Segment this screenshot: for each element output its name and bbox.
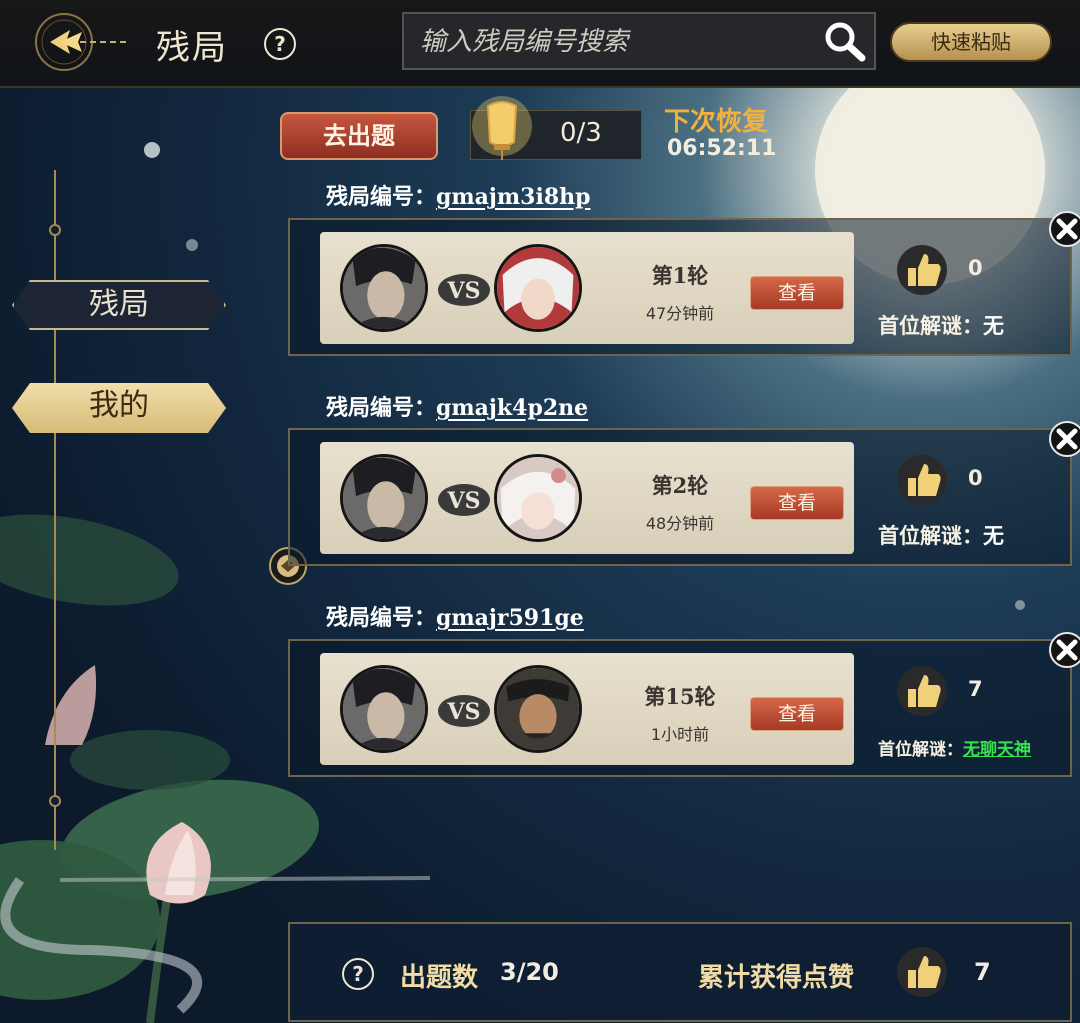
close-icon[interactable] xyxy=(1048,420,1080,458)
like-count: 7 xyxy=(968,677,983,701)
like-count: 0 xyxy=(968,466,983,490)
questions-value: 3/20 xyxy=(500,958,559,986)
view-button[interactable]: 查看 xyxy=(750,697,844,731)
search-input[interactable] xyxy=(418,22,812,62)
puzzle-id-code[interactable]: gmajm3i8hp xyxy=(436,184,591,210)
puzzle-id-row: 残局编号：gmajr591ge xyxy=(326,600,584,632)
time-ago: 1小时前 xyxy=(650,725,710,744)
attempts-count: 0/3 xyxy=(560,118,602,148)
puzzle-id-label: 残局编号： xyxy=(326,395,437,421)
puzzle-id-row: 残局编号：gmajm3i8hp xyxy=(326,179,591,211)
close-icon[interactable] xyxy=(1048,631,1080,669)
help-icon[interactable]: ? xyxy=(264,28,296,60)
total-likes-value: 7 xyxy=(974,958,991,986)
help-icon[interactable]: ? xyxy=(342,958,374,990)
svg-text:VS: VS xyxy=(447,699,481,725)
create-puzzle-button[interactable]: 去出题 xyxy=(280,112,438,160)
rail-ornament xyxy=(49,795,61,807)
sidebar-rail xyxy=(54,170,56,850)
player-avatar-swordsman xyxy=(340,244,428,332)
recover-timer: 06:52:11 xyxy=(667,136,777,161)
total-likes-label: 累计获得点赞 xyxy=(698,963,855,993)
puzzle-id-row: 残局编号：gmajk4p2ne xyxy=(326,390,588,422)
thumbs-up-icon[interactable] xyxy=(896,454,948,506)
puzzle-id-label: 残局编号： xyxy=(326,184,437,210)
first-solver-label: 首位解谜： xyxy=(878,313,983,338)
view-button[interactable]: 查看 xyxy=(750,276,844,310)
puzzle-card: VS 第15轮 1小时前 查看 7 首位解谜：无聊天神 xyxy=(288,632,1080,777)
card-paper: VS 第15轮 1小时前 查看 xyxy=(320,653,854,765)
questions-label: 出题数 xyxy=(400,963,479,993)
player-avatar-swordsman xyxy=(340,454,428,542)
view-button[interactable]: 查看 xyxy=(750,486,844,520)
first-solver: 首位解谜：无 xyxy=(878,520,1004,550)
svg-text:VS: VS xyxy=(447,488,481,514)
player-avatar-swordsman xyxy=(340,665,428,753)
page-title: 残局 xyxy=(156,28,228,68)
first-solver-label: 首位解谜： xyxy=(878,740,963,760)
first-solver-name: 无 xyxy=(983,523,1004,548)
tab-mine[interactable]: 我的 xyxy=(12,383,226,433)
puzzle-id-code[interactable]: gmajr591ge xyxy=(436,605,584,631)
versus-icon: VS xyxy=(438,695,490,727)
round-label: 第1轮 xyxy=(651,263,709,288)
time-ago: 47分钟前 xyxy=(645,304,715,323)
card-paper: VS 第1轮 47分钟前 查看 xyxy=(320,232,854,344)
like-count: 0 xyxy=(968,256,983,280)
search-bar xyxy=(402,12,876,70)
round-label: 第2轮 xyxy=(651,473,709,498)
opponent-avatar xyxy=(494,244,582,332)
versus-icon: VS xyxy=(438,484,490,516)
card-paper: VS 第2轮 48分钟前 查看 xyxy=(320,442,854,554)
thumbs-up-icon[interactable] xyxy=(896,665,948,717)
thumbs-up-icon[interactable] xyxy=(896,244,948,296)
puzzle-id-label: 残局编号： xyxy=(326,605,437,631)
recover-label: 下次恢复 xyxy=(664,107,769,137)
opponent-avatar xyxy=(494,665,582,753)
tab-endgame[interactable]: 残局 xyxy=(12,280,226,330)
round-label: 第15轮 xyxy=(644,684,716,709)
search-icon[interactable] xyxy=(820,18,868,64)
rail-ornament xyxy=(49,224,61,236)
puzzle-card: VS 第2轮 48分钟前 查看 0 首位解谜：无 xyxy=(288,421,1080,566)
first-solver-label: 首位解谜： xyxy=(878,523,983,548)
first-solver: 首位解谜：无 xyxy=(878,310,1004,340)
thumbs-up-icon xyxy=(897,947,947,997)
opponent-avatar xyxy=(494,454,582,542)
versus-icon: VS xyxy=(438,274,490,306)
lantern-icon xyxy=(472,96,532,160)
close-icon[interactable] xyxy=(1048,210,1080,248)
time-ago: 48分钟前 xyxy=(645,514,715,533)
quick-paste-button[interactable]: 快速粘贴 xyxy=(890,22,1052,62)
first-solver-name[interactable]: 无聊天神 xyxy=(963,740,1031,760)
back-arrow-icon[interactable] xyxy=(30,10,134,74)
svg-text:VS: VS xyxy=(447,278,481,304)
first-solver: 首位解谜：无聊天神 xyxy=(878,735,1031,760)
puzzle-card: VS 第1轮 47分钟前 查看 0 首位解谜：无 xyxy=(288,211,1080,356)
first-solver-name: 无 xyxy=(983,313,1004,338)
puzzle-id-code[interactable]: gmajk4p2ne xyxy=(436,395,588,421)
